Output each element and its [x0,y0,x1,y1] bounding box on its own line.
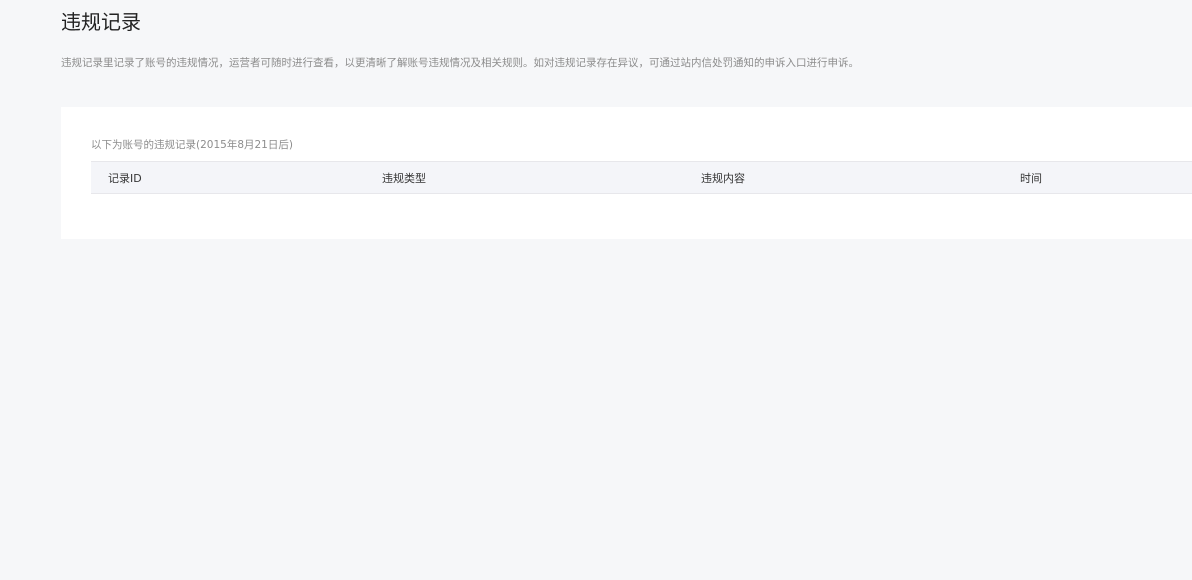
column-header-record-id: 记录ID [108,171,142,185]
column-header-violation-type: 违规类型 [382,171,426,185]
page-title: 违规记录 [61,10,141,34]
column-header-violation-content: 违规内容 [701,171,745,185]
violation-records-page: 违规记录 违规记录里记录了账号的违规情况，运营者可随时进行查看，以更清晰了解账号… [0,0,1192,580]
page-description: 违规记录里记录了账号的违规情况，运营者可随时进行查看，以更清晰了解账号违规情况及… [61,57,859,69]
table-header: 记录ID 违规类型 违规内容 时间 [91,161,1192,194]
column-header-time: 时间 [1020,171,1042,185]
records-caption: 以下为账号的违规记录(2015年8月21日后) [91,139,293,151]
table-header-row: 记录ID 违规类型 违规内容 时间 [91,161,1192,194]
records-card: 以下为账号的违规记录(2015年8月21日后) 记录ID 违规类型 违规内容 时… [61,107,1192,239]
violation-records-table: 记录ID 违规类型 违规内容 时间 [91,161,1192,194]
